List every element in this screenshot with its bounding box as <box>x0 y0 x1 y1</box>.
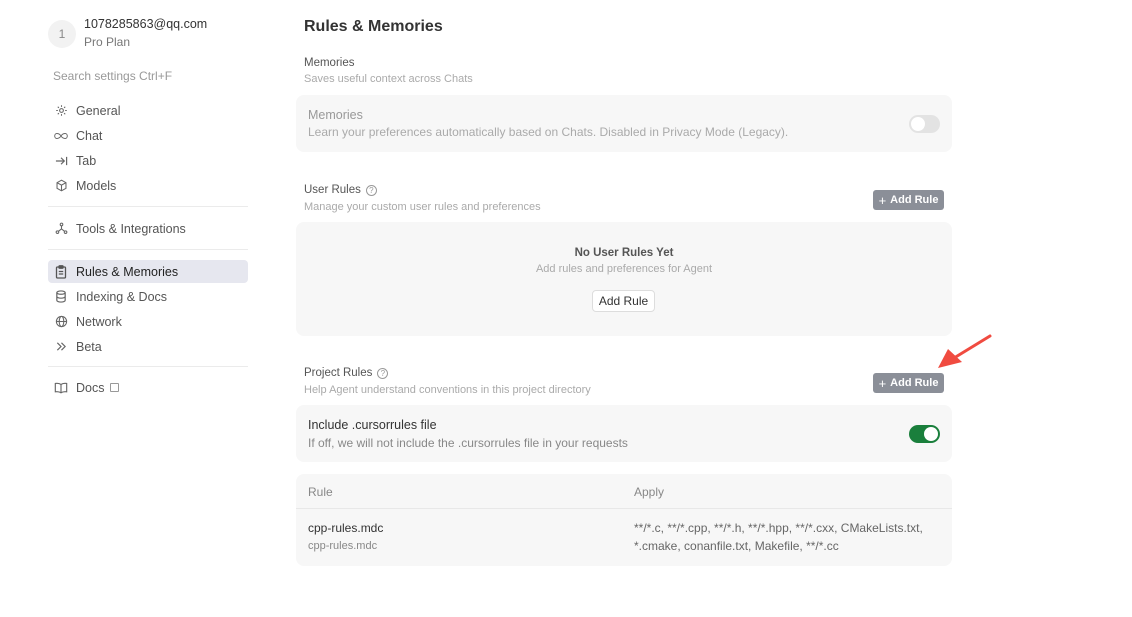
user-rules-section-desc: Manage your custom user rules and prefer… <box>304 201 541 213</box>
table-divider <box>296 508 952 509</box>
memories-section-title: Memories <box>304 57 355 69</box>
user-rules-add-button[interactable]: + Add Rule <box>873 190 944 210</box>
plus-icon: + <box>878 192 887 208</box>
memories-card-title: Memories <box>308 108 363 122</box>
empty-state-desc: Add rules and preferences for Agent <box>535 263 713 275</box>
user-rules-empty-card: No User Rules Yet Add rules and preferen… <box>296 222 952 336</box>
include-cursorrules-toggle[interactable] <box>909 425 940 443</box>
page-title: Rules & Memories <box>304 18 443 35</box>
user-profile[interactable]: 1 1078285863@qq.com Pro Plan <box>48 16 207 51</box>
book-icon <box>54 381 68 395</box>
empty-add-rule-button[interactable]: Add Rule <box>592 290 655 312</box>
nodes-icon <box>54 222 68 236</box>
sidebar-item-models[interactable]: Models <box>48 174 248 197</box>
sidebar-item-beta[interactable]: Beta <box>48 335 248 358</box>
sidebar-item-label: Tools & Integrations <box>76 221 186 236</box>
sidebar-item-label: Rules & Memories <box>76 264 179 279</box>
sidebar-item-chat[interactable]: Chat <box>48 124 248 147</box>
nav-divider <box>48 206 248 207</box>
cube-icon <box>54 179 68 193</box>
sidebar-item-tools-integrations[interactable]: Tools & Integrations <box>48 217 248 240</box>
sidebar-item-label: General <box>76 103 121 118</box>
nav-divider <box>48 366 248 367</box>
rule-apply-patterns: **/*.c, **/*.cpp, **/*.h, **/*.hpp, **/*… <box>634 521 923 553</box>
sidebar-item-label: Docs <box>76 380 105 395</box>
include-cursorrules-card: Include .cursorrules file If off, we wil… <box>296 405 952 462</box>
nav-divider <box>48 249 248 250</box>
sidebar-item-label: Models <box>76 178 117 193</box>
memories-section-desc: Saves useful context across Chats <box>304 73 473 85</box>
sidebar-item-label: Beta <box>76 339 102 354</box>
sidebar-item-docs[interactable]: Docs <box>48 376 248 399</box>
project-rules-section-desc: Help Agent understand conventions in thi… <box>304 384 591 396</box>
user-plan: Pro Plan <box>84 35 131 49</box>
sidebar-item-label: Tab <box>76 153 97 168</box>
search-settings-input[interactable]: Search settings Ctrl+F <box>53 69 172 83</box>
rules-table: Rule Apply cpp-rules.mdc cpp-rules.mdc *… <box>296 474 952 566</box>
nav-group-rules: Rules & Memories Indexing & Docs Network… <box>48 260 248 360</box>
sidebar-item-network[interactable]: Network <box>48 310 248 333</box>
help-icon[interactable]: ? <box>377 367 389 379</box>
rule-name[interactable]: cpp-rules.mdc <box>308 521 383 535</box>
arrow-right-bar-icon <box>54 154 68 168</box>
sidebar-item-indexing-docs[interactable]: Indexing & Docs <box>48 285 248 308</box>
nav-group-main: General Chat Tab Models <box>48 99 248 199</box>
column-header-apply: Apply <box>634 485 665 499</box>
rule-path: cpp-rules.mdc <box>308 540 378 552</box>
memories-toggle[interactable] <box>909 115 940 133</box>
plus-icon: + <box>878 375 887 391</box>
sidebar: 1 1078285863@qq.com Pro Plan Search sett… <box>0 0 262 617</box>
project-rules-add-button[interactable]: + Add Rule <box>873 373 944 393</box>
nav-group-tools: Tools & Integrations <box>48 217 248 242</box>
memories-card-desc: Learn your preferences automatically bas… <box>308 125 789 139</box>
user-rules-section-title: User Rules ? <box>304 184 377 196</box>
sidebar-item-tab[interactable]: Tab <box>48 149 248 172</box>
sidebar-item-general[interactable]: General <box>48 99 248 122</box>
column-header-rule: Rule <box>308 485 333 499</box>
help-icon[interactable]: ? <box>365 184 377 196</box>
sidebar-item-label: Network <box>76 314 122 329</box>
avatar[interactable]: 1 <box>48 20 76 48</box>
include-cursorrules-title: Include .cursorrules file <box>308 418 437 432</box>
database-icon <box>54 290 68 304</box>
nav-group-docs: Docs <box>48 376 248 401</box>
empty-state-title: No User Rules Yet <box>574 247 674 259</box>
annotation-arrow-icon <box>938 334 992 368</box>
sidebar-item-label: Indexing & Docs <box>76 289 168 304</box>
clipboard-icon <box>54 264 68 279</box>
project-rules-section-title: Project Rules ? <box>304 367 389 379</box>
include-cursorrules-desc: If off, we will not include the .cursorr… <box>308 436 628 450</box>
memories-card: Memories Learn your preferences automati… <box>296 95 952 152</box>
external-link-icon <box>110 383 120 392</box>
globe-icon <box>54 315 68 329</box>
infinity-icon <box>54 129 68 143</box>
sidebar-item-rules-memories[interactable]: Rules & Memories <box>48 260 248 283</box>
sidebar-item-label: Chat <box>76 128 103 143</box>
user-email: 1078285863@qq.com <box>84 17 208 31</box>
gear-icon <box>54 104 68 118</box>
double-chevron-icon <box>54 340 68 354</box>
